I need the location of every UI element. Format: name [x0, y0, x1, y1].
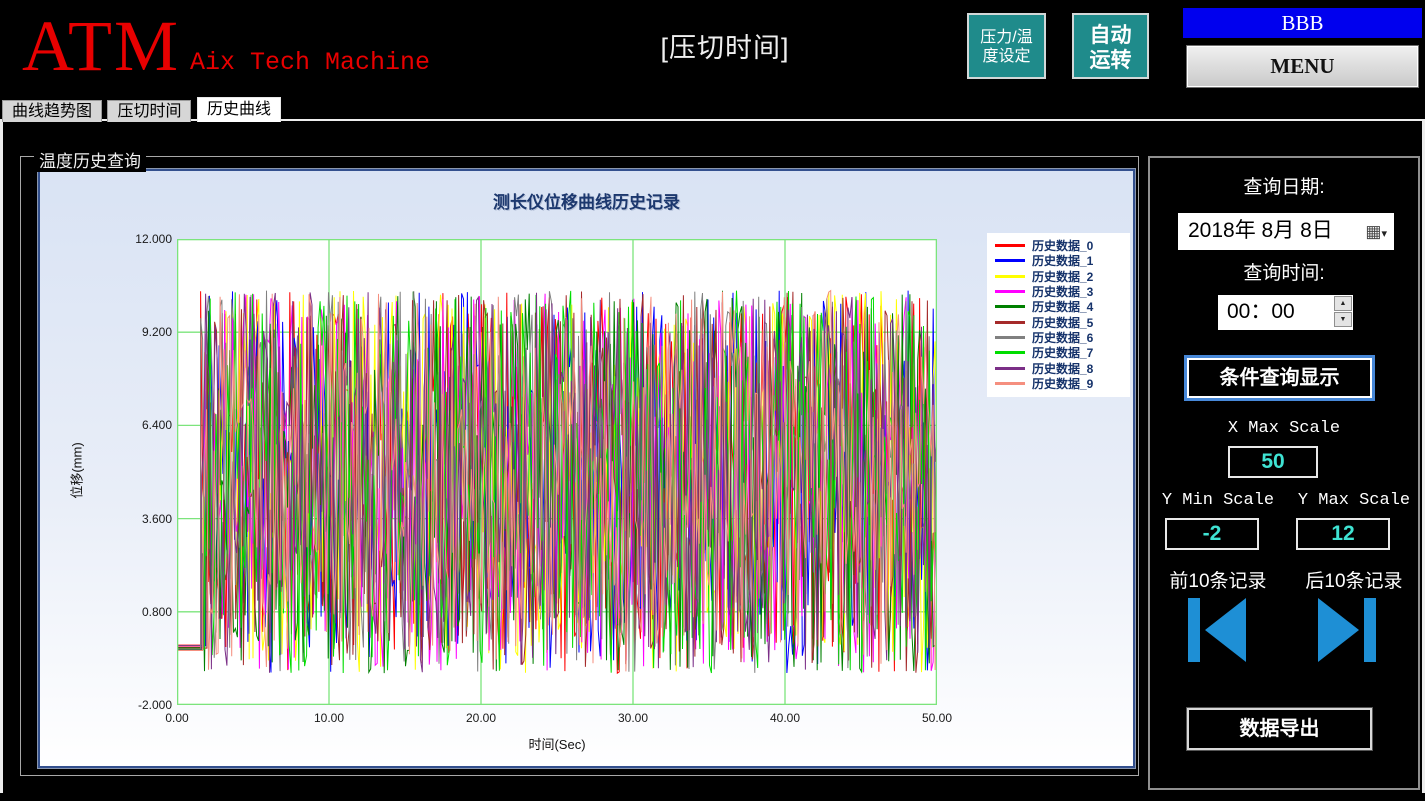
- x-tick-label: 30.00: [617, 711, 649, 725]
- x-max-scale-input[interactable]: 50: [1228, 446, 1318, 478]
- skip-back-icon: [1205, 598, 1246, 662]
- button-label-line: 运转: [1089, 49, 1132, 72]
- button-label-line: 自动: [1089, 24, 1132, 47]
- data-export-button[interactable]: 数据导出: [1187, 708, 1372, 750]
- status-banner: BBB: [1183, 8, 1422, 38]
- legend-item: 历史数据_0: [995, 238, 1124, 253]
- chart-legend: 历史数据_0 历史数据_1 历史数据_2 历史数据_3 历史数据_4 历史数据_5 历史数据…: [987, 233, 1130, 397]
- legend-line-swatch: [995, 366, 1025, 370]
- skip-forward-icon: [1364, 598, 1376, 662]
- legend-item: 历史数据_6: [995, 330, 1124, 345]
- legend-line-swatch: [995, 305, 1025, 309]
- legend-item: 历史数据_1: [995, 253, 1124, 268]
- y-tick-label: -2.000: [137, 698, 172, 712]
- button-label-line: 压力/温: [980, 29, 1033, 46]
- y-tick-label: 6.400: [141, 418, 172, 433]
- prev-records-button[interactable]: [1188, 598, 1248, 662]
- x-max-scale-label: X Max Scale: [1227, 419, 1341, 438]
- legend-line-swatch: [995, 274, 1025, 278]
- legend-line-swatch: [995, 244, 1025, 248]
- legend-series-label: 历史数据_9: [1032, 376, 1094, 391]
- x-axis-title: 时间(Sec): [528, 737, 586, 752]
- y-max-scale-input[interactable]: 12: [1296, 518, 1390, 550]
- tab-strip: 曲线趋势图 压切时间 历史曲线: [2, 97, 282, 122]
- app-window: ATM Aix Tech Machine [压切时间] 压力/温 度设定 自动 …: [0, 0, 1425, 801]
- legend-line-swatch: [995, 259, 1025, 263]
- chart-panel: 测长仪位移曲线历史记录 12.000 9.200 6.400 3.600 0.800 -2…: [38, 169, 1135, 768]
- skip-back-icon: [1188, 598, 1200, 662]
- pressure-temp-settings-button[interactable]: 压力/温 度设定: [967, 13, 1046, 79]
- conditional-query-button[interactable]: 条件查询显示: [1187, 358, 1372, 398]
- y-tick-label: 0.800: [141, 604, 172, 619]
- calendar-icon[interactable]: ▦: [1365, 222, 1381, 241]
- auto-run-button[interactable]: 自动 运转: [1072, 13, 1149, 79]
- x-tick-label: 0.00: [165, 711, 189, 725]
- time-spinner: ▲ ▼: [1334, 296, 1352, 327]
- chevron-down-icon[interactable]: ▾: [1381, 228, 1387, 240]
- y-max-scale-label: Y Max Scale: [1297, 491, 1411, 510]
- chart-title: 测长仪位移曲线历史记录: [493, 193, 680, 212]
- spin-up-button[interactable]: ▲: [1334, 296, 1352, 311]
- legend-line-swatch: [995, 290, 1025, 294]
- query-date-label: 查询日期:: [1243, 177, 1325, 198]
- legend-item: 历史数据_8: [995, 360, 1124, 376]
- legend-line-swatch: [995, 351, 1025, 355]
- skip-forward-icon: [1318, 598, 1359, 662]
- legend-item: 历史数据_5: [995, 314, 1124, 330]
- app-logo: ATM: [22, 6, 181, 86]
- tab-press-cut-time[interactable]: 压切时间: [107, 100, 192, 122]
- time-picker-value: 00：00: [1227, 300, 1295, 323]
- next-records-button[interactable]: [1318, 598, 1378, 662]
- x-tick-label: 40.00: [769, 711, 801, 725]
- y-tick-label: 9.200: [141, 325, 172, 340]
- legend-item: 历史数据_4: [995, 299, 1124, 314]
- y-tick-label: 3.600: [141, 511, 172, 526]
- groupbox-title: 温度历史查询: [34, 147, 146, 172]
- y-min-scale-input[interactable]: -2: [1165, 518, 1259, 550]
- query-time-label: 查询时间:: [1243, 263, 1325, 284]
- time-picker[interactable]: 00：00 ▲ ▼: [1218, 295, 1353, 330]
- legend-item: 历史数据_9: [995, 376, 1124, 391]
- tab-curve-trend[interactable]: 曲线趋势图: [2, 100, 103, 122]
- menu-button[interactable]: MENU: [1186, 45, 1419, 88]
- date-picker-value: 2018年 8月 8日: [1188, 219, 1333, 242]
- y-axis-title: 位移(mm): [69, 442, 85, 499]
- legend-line-swatch: [995, 320, 1025, 324]
- tab-history-curve[interactable]: 历史曲线: [196, 97, 281, 122]
- y-tick-label: 12.000: [135, 232, 172, 246]
- y-min-scale-label: Y Min Scale: [1161, 491, 1275, 510]
- legend-line-swatch: [995, 381, 1025, 385]
- date-picker[interactable]: 2018年 8月 8日 ▦▾: [1178, 213, 1394, 250]
- x-tick-label: 20.00: [465, 711, 497, 725]
- legend-item: 历史数据_7: [995, 345, 1124, 360]
- x-tick-label: 10.00: [313, 711, 345, 725]
- page-title: [压切时间]: [660, 33, 790, 63]
- legend-line-swatch: [995, 335, 1025, 339]
- date-picker-icons[interactable]: ▦▾: [1365, 213, 1387, 250]
- query-sidebar: 查询日期: 2018年 8月 8日 ▦▾ 查询时间: 00：00 ▲ ▼ 条件查…: [1148, 156, 1420, 790]
- plot-svg: [177, 239, 937, 705]
- tab-page-left-border: [0, 121, 3, 793]
- next-records-label: 后10条记录: [1305, 571, 1403, 592]
- plot-area: [177, 239, 937, 705]
- legend-item: 历史数据_3: [995, 284, 1124, 299]
- x-tick-label: 50.00: [921, 711, 953, 725]
- button-label-line: 度设定: [982, 48, 1031, 65]
- app-logo-subtitle: Aix Tech Machine: [190, 48, 431, 77]
- prev-records-label: 前10条记录: [1169, 571, 1267, 592]
- spin-down-button[interactable]: ▼: [1334, 312, 1352, 327]
- legend-item: 历史数据_2: [995, 269, 1124, 284]
